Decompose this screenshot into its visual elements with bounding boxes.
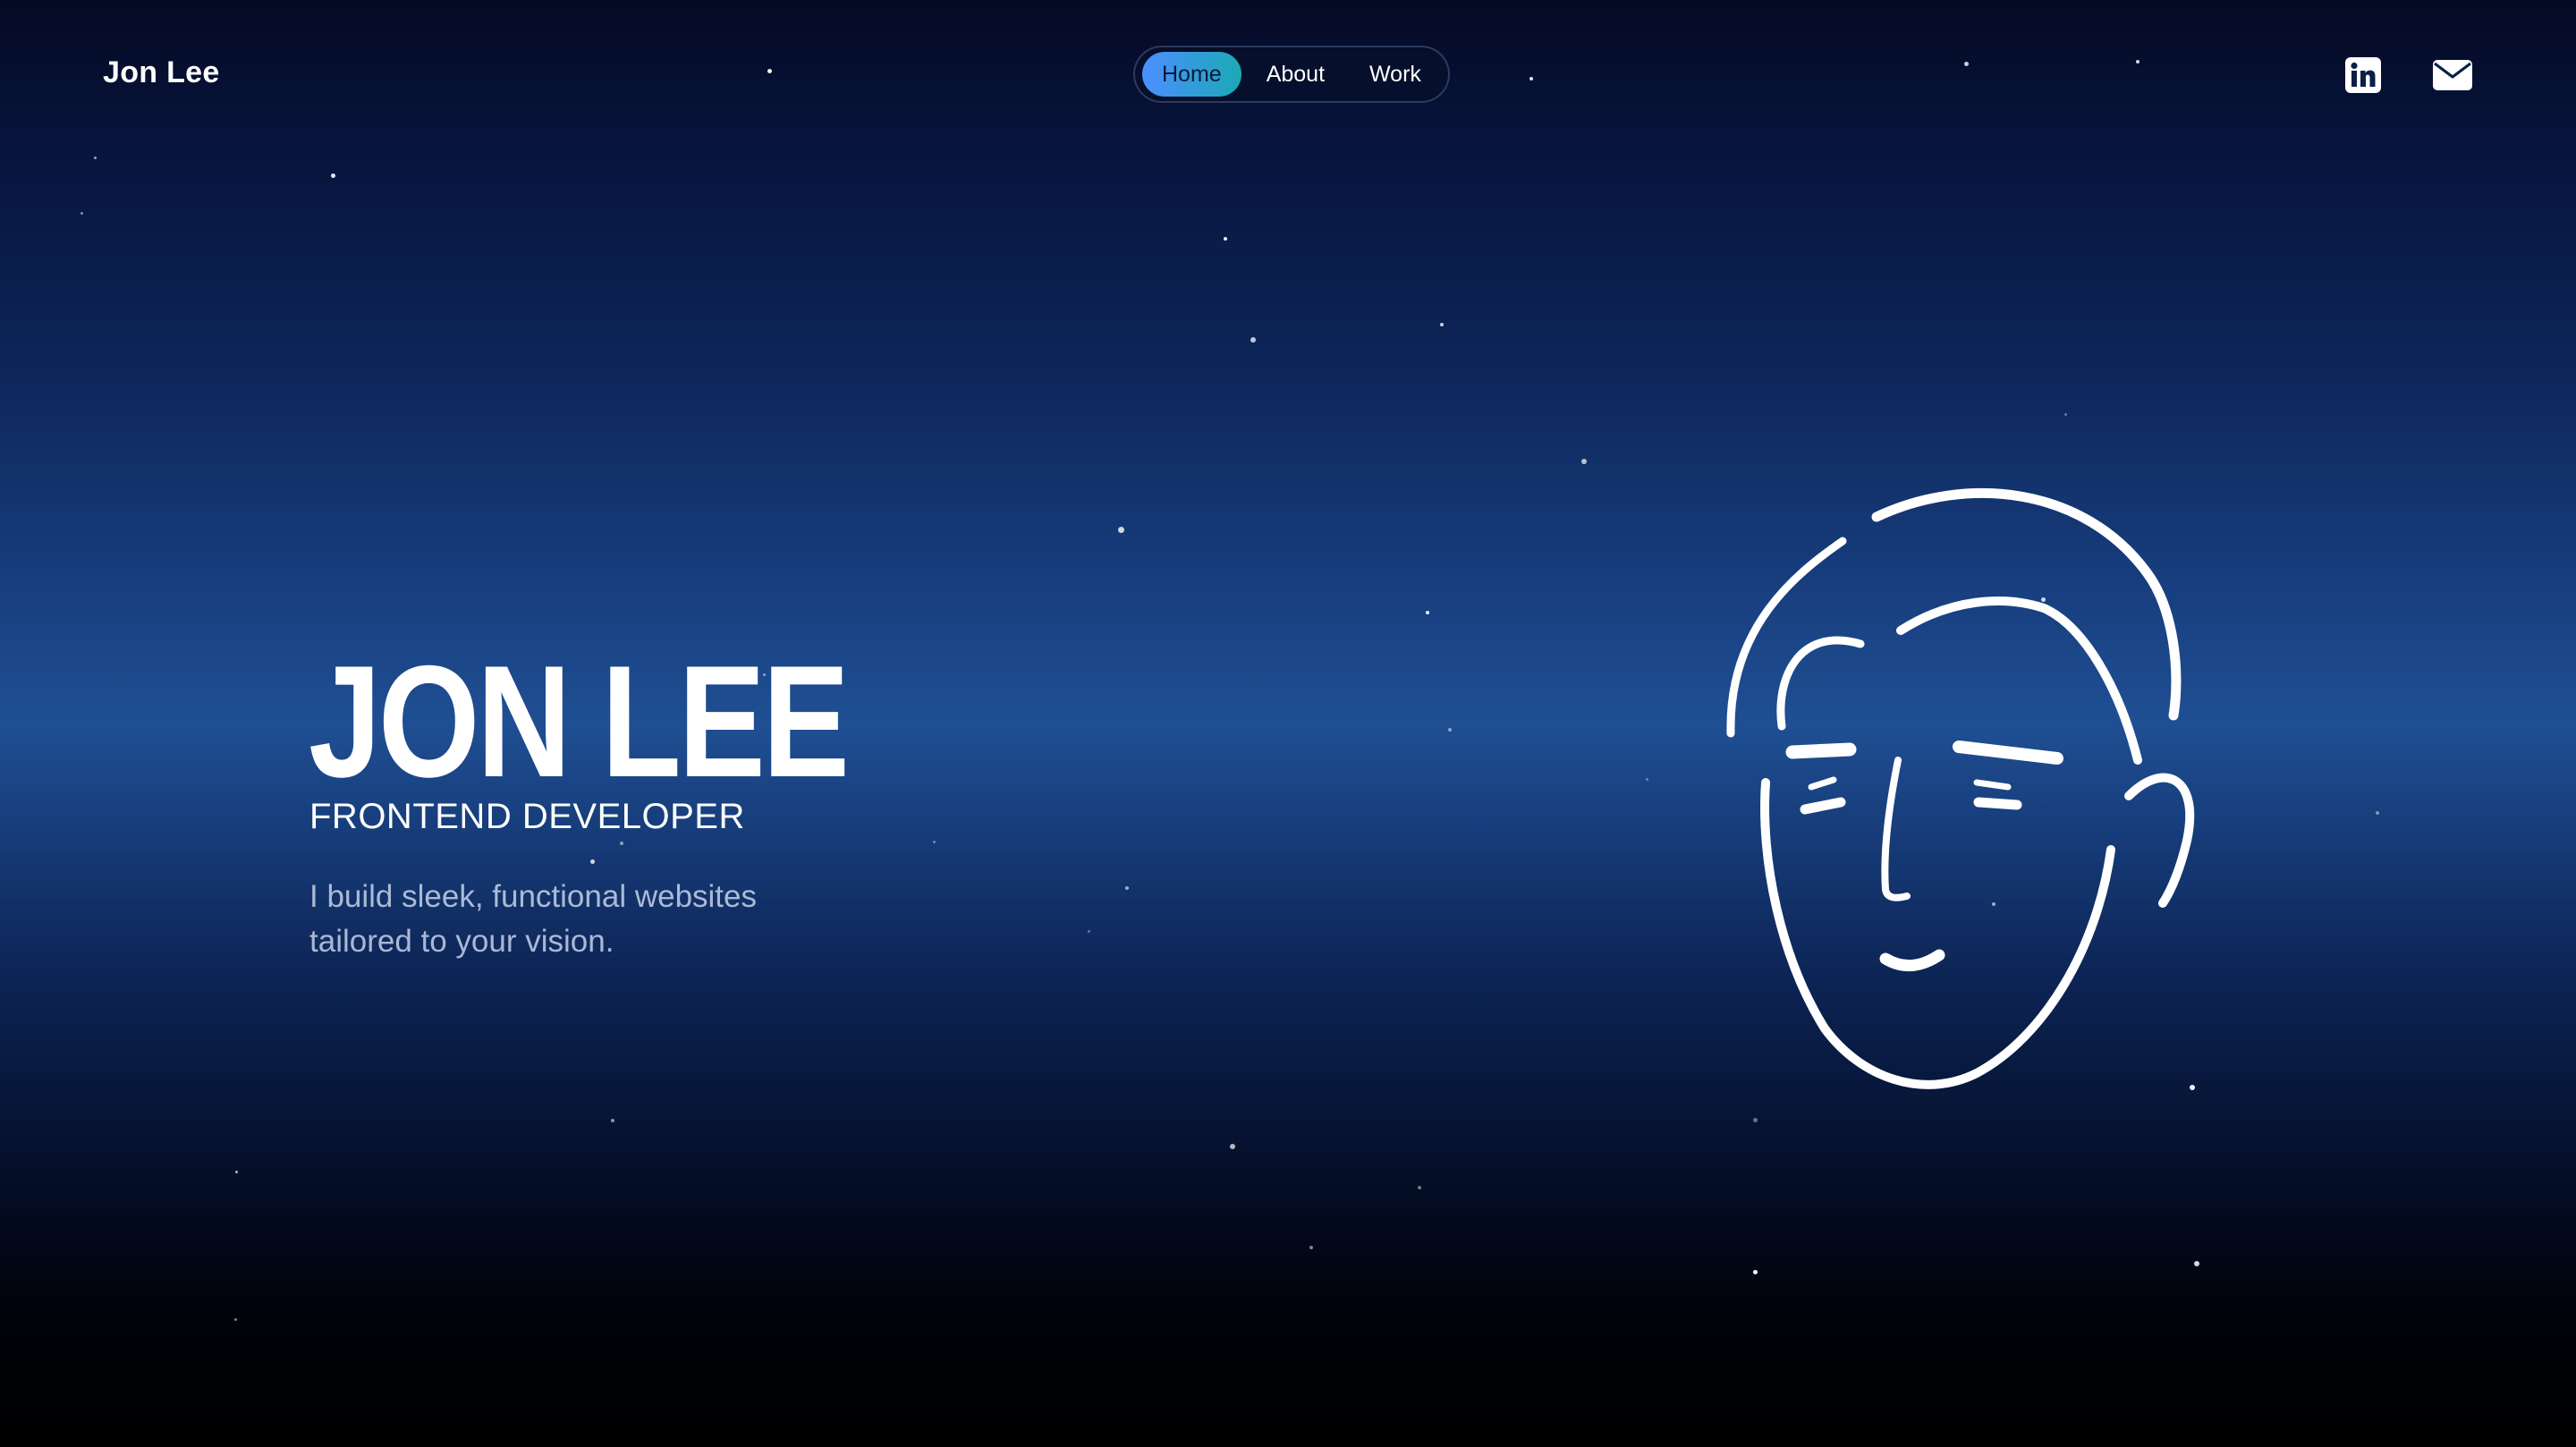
star [767, 69, 772, 73]
star [1440, 323, 1444, 326]
star [2376, 811, 2379, 815]
star [1250, 337, 1256, 343]
star [611, 1119, 614, 1122]
nav-home[interactable]: Home [1142, 52, 1241, 97]
main-nav: Home About Work [1133, 46, 1450, 103]
brand-logo[interactable]: Jon Lee [103, 55, 220, 90]
star [1125, 886, 1129, 890]
hero-role: FRONTEND DEVELOPER [309, 797, 745, 836]
star [590, 859, 595, 864]
hero-tagline: I build sleek, functional websites tailo… [309, 875, 864, 964]
star [1088, 930, 1090, 933]
star [1418, 1186, 1421, 1189]
nav-work[interactable]: Work [1350, 52, 1441, 97]
star [1753, 1118, 1758, 1122]
nav-about[interactable]: About [1247, 52, 1344, 97]
face-line-drawing-icon [1726, 487, 2195, 1089]
star [1230, 1144, 1235, 1149]
star [1448, 728, 1452, 732]
star [94, 157, 97, 159]
hero-name: JON LEE [309, 632, 850, 810]
mail-icon[interactable] [2431, 54, 2474, 97]
star [2064, 413, 2067, 416]
star [80, 212, 83, 215]
star [1224, 237, 1227, 241]
hero-tagline-line-1: I build sleek, functional websites [309, 879, 757, 914]
star [933, 841, 936, 843]
portrait-illustration [1699, 465, 2218, 1109]
star [1964, 62, 1969, 66]
star [1530, 77, 1533, 80]
star [1753, 1270, 1758, 1274]
star [331, 173, 335, 178]
star [1309, 1246, 1313, 1249]
star [620, 842, 623, 845]
hero-tagline-line-2: tailored to your vision. [309, 924, 614, 959]
star [234, 1318, 237, 1321]
star [1646, 778, 1648, 781]
star [1118, 527, 1124, 533]
linkedin-icon[interactable] [2342, 54, 2385, 97]
star [1581, 459, 1587, 464]
star [2136, 60, 2140, 63]
star [2194, 1261, 2199, 1266]
star [1426, 611, 1429, 614]
star [235, 1171, 238, 1173]
